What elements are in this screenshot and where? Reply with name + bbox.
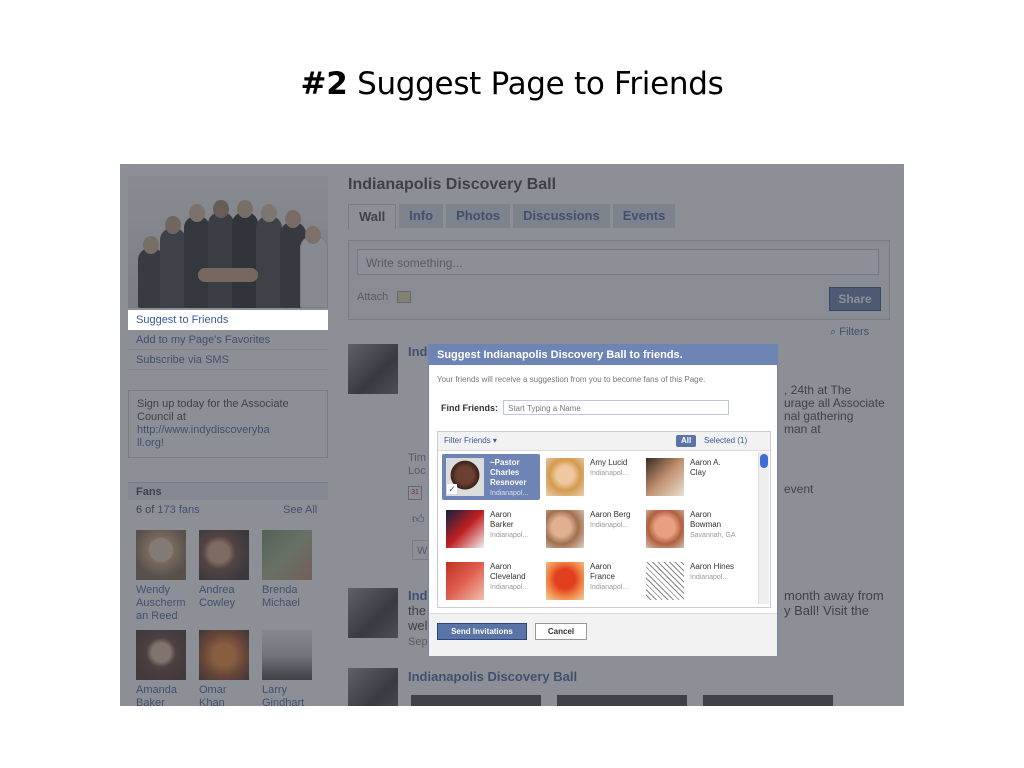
friend-tile[interactable]: Aaron Hines Indianapol... [642, 558, 740, 604]
signup-url-2[interactable]: ll.org! [137, 437, 164, 449]
post-avatar[interactable] [348, 668, 398, 706]
filter-friends-dropdown[interactable]: Filter Friends ▾ [444, 436, 497, 445]
tab-wall[interactable]: Wall [348, 204, 397, 229]
post-avatar[interactable] [348, 344, 398, 394]
avatar [546, 562, 584, 600]
tab-discussions[interactable]: Discussions [513, 204, 610, 228]
facebook-page-screenshot: Suggest to Friends Add to my Page's Favo… [120, 164, 904, 706]
avatar [646, 510, 684, 548]
event-link[interactable]: event [784, 482, 813, 496]
fans-header: Fans [128, 482, 328, 500]
friend-tile[interactable]: Aaron Berg Indianapol... [542, 506, 640, 552]
like-icon[interactable]: 👍︎ [412, 512, 425, 527]
profile-photo [128, 176, 328, 308]
slide-title-text: Suggest Page to Friends [357, 66, 724, 102]
avatar [646, 458, 684, 496]
friend-selector-header: Filter Friends ▾ All Selected (1) [438, 432, 770, 451]
post-author[interactable]: Ind [408, 344, 428, 359]
post-text-fragment: , 24th at The urage all Associate nal gath… [784, 383, 885, 436]
friend-tile[interactable]: Aaron Cleveland Indianapol... [442, 558, 540, 604]
friend-list-scrollbar[interactable] [758, 452, 769, 604]
find-friends-label: Find Friends: [441, 403, 498, 413]
page-tabs: Wall Info Photos Discussions Events [348, 204, 678, 229]
post-photo[interactable] [700, 692, 836, 706]
fan-item[interactable]: Larry Gindhart [262, 630, 312, 706]
checkmark-icon: ✓ [447, 484, 457, 494]
post-text-left: Ind the wel Sep [408, 588, 428, 648]
scroll-thumb[interactable] [760, 454, 768, 468]
avatar [136, 530, 186, 580]
friend-tile[interactable]: Aaron A. Clay [642, 454, 740, 500]
fan-item[interactable]: Brenda Michael [262, 530, 312, 610]
friend-tile[interactable]: Aaron Barker Indianapol... [442, 506, 540, 552]
suggest-to-friends-link[interactable]: Suggest to Friends [128, 310, 328, 330]
avatar [546, 458, 584, 496]
signup-url-1[interactable]: http://www.indydiscoveryba [137, 424, 270, 436]
subscribe-sms-link[interactable]: Subscribe via SMS [128, 350, 328, 370]
slide-title: #2 Suggest Page to Friends [0, 66, 1024, 102]
tab-photos[interactable]: Photos [446, 204, 511, 228]
all-filter-button[interactable]: All [676, 435, 697, 447]
signup-box: Sign up today for the Associate Council … [128, 390, 328, 458]
avatar [262, 630, 312, 680]
dialog-title: Suggest Indianapolis Discovery Ball to f… [429, 345, 777, 365]
suggest-dialog: Suggest Indianapolis Discovery Ball to f… [428, 344, 778, 656]
dialog-footer: Send Invitations Cancel [429, 613, 777, 656]
avatar [199, 530, 249, 580]
post-text-right: month away from y Ball! Visit the [784, 588, 884, 618]
post-photo[interactable] [408, 692, 544, 706]
avatar [646, 562, 684, 600]
friend-selector: Filter Friends ▾ All Selected (1) ✓ ~Pas… [437, 431, 771, 608]
fan-item[interactable]: Amanda Baker [136, 630, 186, 706]
fans-count-link[interactable]: 173 fans [157, 504, 199, 516]
wall-composer: Write something... Attach Share [348, 240, 890, 320]
friend-tile[interactable]: ✓ ~Pastor Charles Resnover Indianapol... [442, 454, 540, 500]
tab-info[interactable]: Info [399, 204, 444, 228]
attach-icon[interactable] [397, 291, 412, 304]
fan-item[interactable]: Andrea Cowley [199, 530, 249, 610]
avatar [199, 630, 249, 680]
friend-tile[interactable]: Aaron France Indianapol... [542, 558, 640, 604]
add-to-favorites-link[interactable]: Add to my Page's Favorites [128, 330, 328, 350]
filters-link[interactable]: ⌕ Filters [830, 326, 869, 339]
post-photo[interactable] [554, 692, 690, 706]
write-something-input[interactable]: Write something... [357, 249, 879, 275]
signup-text: Sign up today for the Associate Council … [137, 398, 289, 423]
avatar [446, 510, 484, 548]
attach-label[interactable]: Attach [357, 291, 412, 304]
post-avatar[interactable] [348, 588, 398, 638]
dialog-subtitle: Your friends will receive a suggestion f… [437, 375, 706, 384]
selected-filter-link[interactable]: Selected (1) [704, 436, 747, 445]
send-invitations-button[interactable]: Send Invitations [437, 623, 527, 640]
avatar [446, 562, 484, 600]
friend-tile[interactable]: Aaron Bowman Savannah, GA [642, 506, 740, 552]
fans-count: 6 of 173 fans [136, 504, 200, 516]
avatar [136, 630, 186, 680]
avatar [546, 510, 584, 548]
friend-tile[interactable]: Amy Lucid Indianapol... [542, 454, 640, 500]
post-meta: Tim Loc [408, 452, 426, 477]
avatar [262, 530, 312, 580]
share-button[interactable]: Share [829, 287, 881, 311]
find-friends-input[interactable]: Start Typing a Name [503, 400, 729, 415]
slide-number: #2 [300, 66, 348, 102]
page-title: Indianapolis Discovery Ball [348, 176, 557, 193]
post-author[interactable]: Indianapolis Discovery Ball [408, 669, 577, 684]
cancel-button[interactable]: Cancel [535, 623, 587, 640]
see-all-link[interactable]: See All [283, 504, 317, 516]
search-icon: ⌕ [830, 326, 837, 338]
tab-events[interactable]: Events [612, 204, 676, 228]
fan-item[interactable]: Omar Khan [199, 630, 249, 706]
fan-item[interactable]: Wendy Auscherm an Reed [136, 530, 186, 623]
calendar-icon: 31 [408, 482, 422, 500]
chevron-down-icon: ▾ [492, 436, 497, 445]
